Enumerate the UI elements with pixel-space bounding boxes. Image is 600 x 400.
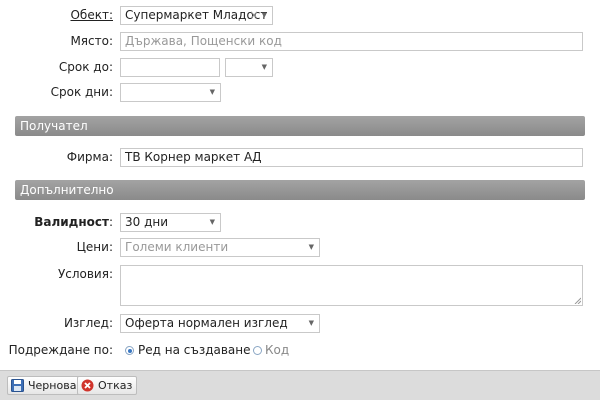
chevron-down-icon: ▼: [209, 88, 215, 96]
cancel-button[interactable]: Отказ: [77, 376, 138, 395]
company-value: ТВ Корнер маркет АД: [125, 150, 262, 164]
ordering-option-created[interactable]: Ред на създаване: [138, 343, 251, 357]
draft-label: Чернова: [28, 379, 77, 392]
ordering-radio-code[interactable]: [253, 346, 262, 355]
draft-button[interactable]: Чернова: [7, 376, 82, 395]
prices-select[interactable]: Големи клиенти ▼: [120, 238, 320, 257]
recipient-section-header[interactable]: Получател: [15, 116, 585, 136]
save-icon: [11, 379, 24, 392]
conditions-textarea[interactable]: [120, 265, 583, 306]
place-input[interactable]: Държава, Пощенски код: [120, 32, 583, 51]
validity-label-text: Валидност: [34, 215, 109, 229]
chevron-down-icon: ▼: [308, 319, 314, 327]
due-days-label: Срок дни:: [50, 85, 113, 99]
object-select[interactable]: Супермаркет Младост × ▼: [120, 6, 273, 25]
validity-label-colon: :: [108, 215, 113, 229]
validity-select[interactable]: 30 дни ▼: [120, 213, 221, 232]
ordering-label: Подреждане по:: [8, 343, 113, 357]
due-time-select[interactable]: ▼: [225, 58, 273, 77]
validity-label: Валидност:: [0, 215, 113, 229]
place-placeholder: Държава, Пощенски код: [125, 34, 282, 48]
cancel-icon: [81, 379, 94, 392]
due-days-select[interactable]: ▼: [120, 83, 221, 102]
due-date-input[interactable]: [120, 58, 220, 77]
chevron-down-icon: ▼: [209, 218, 215, 226]
footer-toolbar: Чернова Отказ: [0, 370, 600, 400]
chevron-down-icon: ▼: [261, 11, 267, 19]
conditions-label: Условия:: [57, 267, 113, 281]
prices-label: Цени:: [76, 240, 113, 254]
chevron-down-icon: ▼: [308, 243, 314, 251]
view-label: Изглед:: [63, 316, 113, 330]
prices-value: Големи клиенти: [125, 240, 229, 254]
due-date-label: Срок до:: [58, 60, 113, 74]
company-label: Фирма:: [66, 150, 113, 164]
validity-value: 30 дни: [125, 215, 169, 229]
object-label: Обект:: [70, 8, 113, 22]
additional-section-header[interactable]: Допълнително: [15, 180, 585, 200]
company-input[interactable]: ТВ Корнер маркет АД: [120, 148, 583, 167]
ordering-option-code[interactable]: Код: [265, 343, 289, 357]
chevron-down-icon: ▼: [261, 63, 267, 71]
cancel-label: Отказ: [98, 379, 133, 392]
place-label: Място:: [70, 34, 113, 48]
resize-grip-icon[interactable]: [574, 297, 581, 304]
view-value: Оферта нормален изглед: [125, 316, 288, 330]
clear-icon[interactable]: ×: [249, 7, 259, 24]
object-value: Супермаркет Младост: [125, 8, 268, 22]
view-select[interactable]: Оферта нормален изглед ▼: [120, 314, 320, 333]
ordering-radio-created[interactable]: [125, 346, 134, 355]
